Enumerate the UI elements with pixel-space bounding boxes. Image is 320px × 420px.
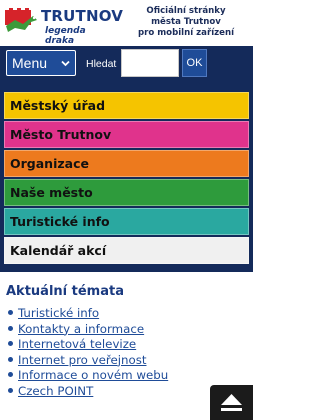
nav-item-nase-mesto[interactable]: Naše město bbox=[4, 179, 249, 206]
topic-link[interactable]: Internet pro veřejnost bbox=[8, 353, 168, 369]
chevron-down-icon bbox=[61, 60, 70, 67]
nav-item-mestsky-urad[interactable]: Městský úřad bbox=[4, 92, 249, 119]
topic-link-text: Czech POINT bbox=[18, 383, 94, 398]
tagline-line: města Trutnov bbox=[151, 17, 221, 27]
topics-title: Aktuální témata bbox=[6, 284, 124, 299]
arrow-up-icon bbox=[221, 394, 242, 411]
topic-link-text: Internet pro veřejnost bbox=[18, 352, 147, 367]
search-label: Hledat bbox=[86, 58, 117, 70]
topic-link-text: Informace o novém webu bbox=[18, 368, 169, 382]
nav-item-mesto-trutnov[interactable]: Město Trutnov bbox=[4, 121, 249, 148]
main-nav: Městský úřad Město Trutnov Organizace Na… bbox=[0, 80, 253, 272]
topics-list: Turistické info Kontakty a informace Int… bbox=[8, 306, 168, 399]
logo-name: TRUTNOV bbox=[41, 7, 124, 25]
bullet-icon bbox=[8, 341, 13, 346]
tagline-line: pro mobilní zařízení bbox=[137, 28, 235, 38]
bullet-icon bbox=[8, 356, 13, 362]
nav-item-organizace[interactable]: Organizace bbox=[4, 150, 249, 177]
header-tagline: Oficiální stránky města Trutnov pro mobi… bbox=[122, 6, 250, 39]
site-logo[interactable]: TRUTNOV legenda draka bbox=[3, 4, 123, 46]
search-bar: Menu Hledat OK bbox=[0, 46, 253, 80]
search-ok-button[interactable]: OK bbox=[182, 49, 207, 77]
logo-subtitle: legenda draka bbox=[45, 26, 86, 46]
topic-link[interactable]: Informace o novém webu bbox=[8, 368, 168, 384]
topic-link[interactable]: Czech POINT bbox=[8, 384, 168, 400]
menu-label: Menu bbox=[12, 55, 48, 71]
topic-link[interactable]: Kontakty a informace bbox=[8, 322, 168, 338]
bullet-icon bbox=[8, 387, 13, 393]
menu-select[interactable]: Menu bbox=[6, 50, 76, 76]
tagline-line: Oficiální stránky bbox=[146, 6, 226, 16]
scroll-top-button[interactable] bbox=[210, 385, 253, 420]
nav-item-turisticke-info[interactable]: Turistické info bbox=[4, 208, 249, 235]
topic-link-text: Turistické info bbox=[18, 306, 100, 320]
topic-link-text: Internetová televize bbox=[18, 337, 137, 351]
topic-link[interactable]: Internetová televize bbox=[8, 337, 168, 353]
topic-link[interactable]: Turistické info bbox=[8, 306, 168, 322]
bullet-icon bbox=[8, 325, 13, 331]
search-input[interactable] bbox=[121, 49, 179, 77]
bullet-icon bbox=[8, 372, 13, 377]
bullet-icon bbox=[8, 310, 13, 315]
topic-link-text: Kontakty a informace bbox=[18, 321, 145, 336]
dragon-logo-icon bbox=[5, 8, 37, 32]
nav-item-kalendar-akci[interactable]: Kalendář akcí bbox=[4, 237, 249, 264]
header: TRUTNOV legenda draka Oficiální stránky … bbox=[0, 0, 253, 46]
